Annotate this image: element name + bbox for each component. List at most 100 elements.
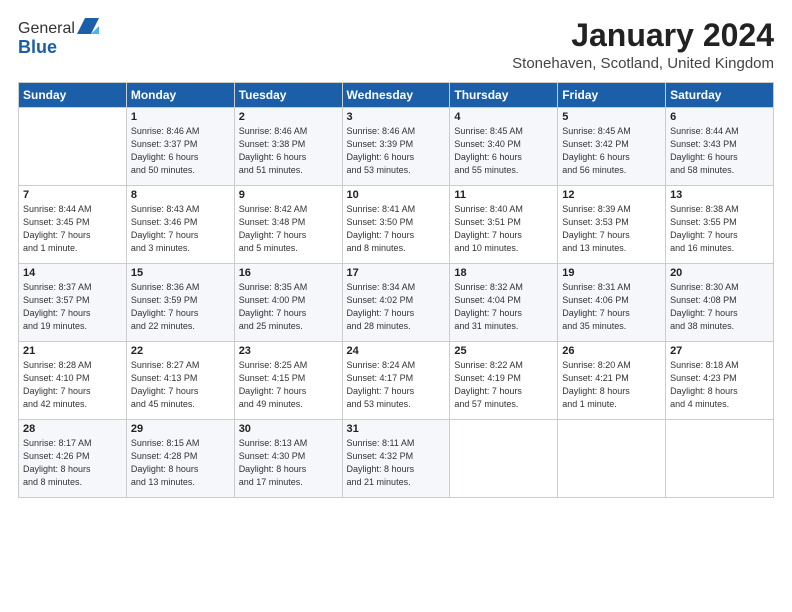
day-info: Sunrise: 8:15 AM Sunset: 4:28 PM Dayligh… — [131, 437, 230, 489]
day-info: Sunrise: 8:35 AM Sunset: 4:00 PM Dayligh… — [239, 281, 338, 333]
header-monday: Monday — [126, 83, 234, 108]
table-row: 7 Sunrise: 8:44 AM Sunset: 3:45 PM Daylig… — [19, 186, 127, 264]
day-info: Sunrise: 8:32 AM Sunset: 4:04 PM Dayligh… — [454, 281, 553, 333]
day-info: Sunrise: 8:31 AM Sunset: 4:06 PM Dayligh… — [562, 281, 661, 333]
day-number: 25 — [454, 345, 553, 357]
day-info: Sunrise: 8:44 AM Sunset: 3:45 PM Dayligh… — [23, 203, 122, 255]
table-row: 4Sunrise: 8:45 AM Sunset: 3:40 PM Daylig… — [450, 108, 558, 186]
logo-blue-text: Blue — [18, 37, 57, 58]
table-row: 11 Sunrise: 8:40 AM Sunset: 3:51 PM Dayli… — [450, 186, 558, 264]
header-thursday: Thursday — [450, 83, 558, 108]
day-info: Sunrise: 8:40 AM Sunset: 3:51 PM Dayligh… — [454, 203, 553, 255]
table-row: 28Sunrise: 8:17 AM Sunset: 4:26 PM Dayli… — [19, 420, 127, 498]
day-info: Sunrise: 8:24 AM Sunset: 4:17 PM Dayligh… — [347, 359, 446, 411]
month-title: January 2024 — [512, 18, 774, 53]
table-row: 12 Sunrise: 8:39 AM Sunset: 3:53 PM Dayli… — [558, 186, 666, 264]
day-number: 19 — [562, 267, 661, 279]
day-info: Sunrise: 8:34 AM Sunset: 4:02 PM Dayligh… — [347, 281, 446, 333]
location-subtitle: Stonehaven, Scotland, United Kingdom — [512, 55, 774, 72]
day-info: Sunrise: 8:25 AM Sunset: 4:15 PM Dayligh… — [239, 359, 338, 411]
day-info: Sunrise: 8:27 AM Sunset: 4:13 PM Dayligh… — [131, 359, 230, 411]
table-row — [666, 420, 774, 498]
day-number: 16 — [239, 267, 338, 279]
table-row: 25 Sunrise: 8:22 AM Sunset: 4:19 PM Dayli… — [450, 342, 558, 420]
logo-general-text: General — [18, 20, 75, 38]
logo: General Blue — [18, 18, 99, 58]
day-number: 20 — [670, 267, 769, 279]
day-info: Sunrise: 8:11 AM Sunset: 4:32 PM Dayligh… — [347, 437, 446, 489]
day-info: Sunrise: 8:41 AM Sunset: 3:50 PM Dayligh… — [347, 203, 446, 255]
day-info: Sunrise: 8:46 AM Sunset: 3:37 PM Dayligh… — [131, 125, 230, 177]
table-row: 3 Sunrise: 8:46 AM Sunset: 3:39 PM Daylig… — [342, 108, 450, 186]
day-info: Sunrise: 8:13 AM Sunset: 4:30 PM Dayligh… — [239, 437, 338, 489]
day-number: 11 — [454, 189, 553, 201]
table-row: 26 Sunrise: 8:20 AM Sunset: 4:21 PM Dayli… — [558, 342, 666, 420]
day-info: Sunrise: 8:46 AM Sunset: 3:38 PM Dayligh… — [239, 125, 338, 177]
day-number: 27 — [670, 345, 769, 357]
table-row: 23Sunrise: 8:25 AM Sunset: 4:15 PM Dayli… — [234, 342, 342, 420]
table-row — [19, 108, 127, 186]
day-info: Sunrise: 8:18 AM Sunset: 4:23 PM Dayligh… — [670, 359, 769, 411]
day-info: Sunrise: 8:22 AM Sunset: 4:19 PM Dayligh… — [454, 359, 553, 411]
header-sunday: Sunday — [19, 83, 127, 108]
table-row: 21 Sunrise: 8:28 AM Sunset: 4:10 PM Dayli… — [19, 342, 127, 420]
table-row: 22 Sunrise: 8:27 AM Sunset: 4:13 PM Dayli… — [126, 342, 234, 420]
calendar-week-row: 21 Sunrise: 8:28 AM Sunset: 4:10 PM Dayli… — [19, 342, 774, 420]
header-wednesday: Wednesday — [342, 83, 450, 108]
day-info: Sunrise: 8:30 AM Sunset: 4:08 PM Dayligh… — [670, 281, 769, 333]
day-info: Sunrise: 8:36 AM Sunset: 3:59 PM Dayligh… — [131, 281, 230, 333]
calendar-week-row: 28Sunrise: 8:17 AM Sunset: 4:26 PM Dayli… — [19, 420, 774, 498]
day-number: 10 — [347, 189, 446, 201]
table-row: 9Sunrise: 8:42 AM Sunset: 3:48 PM Daylig… — [234, 186, 342, 264]
logo-icon — [77, 18, 99, 34]
day-number: 13 — [670, 189, 769, 201]
table-row: 24 Sunrise: 8:24 AM Sunset: 4:17 PM Dayli… — [342, 342, 450, 420]
calendar-week-row: 1 Sunrise: 8:46 AM Sunset: 3:37 PM Daylig… — [19, 108, 774, 186]
day-number: 15 — [131, 267, 230, 279]
header-tuesday: Tuesday — [234, 83, 342, 108]
day-number: 22 — [131, 345, 230, 357]
day-info: Sunrise: 8:46 AM Sunset: 3:39 PM Dayligh… — [347, 125, 446, 177]
day-info: Sunrise: 8:20 AM Sunset: 4:21 PM Dayligh… — [562, 359, 661, 411]
day-info: Sunrise: 8:28 AM Sunset: 4:10 PM Dayligh… — [23, 359, 122, 411]
table-row: 13Sunrise: 8:38 AM Sunset: 3:55 PM Dayli… — [666, 186, 774, 264]
day-info: Sunrise: 8:44 AM Sunset: 3:43 PM Dayligh… — [670, 125, 769, 177]
day-info: Sunrise: 8:42 AM Sunset: 3:48 PM Dayligh… — [239, 203, 338, 255]
table-row: 19 Sunrise: 8:31 AM Sunset: 4:06 PM Dayli… — [558, 264, 666, 342]
day-number: 29 — [131, 423, 230, 435]
day-number: 1 — [131, 111, 230, 123]
header-friday: Friday — [558, 83, 666, 108]
day-number: 28 — [23, 423, 122, 435]
table-row: 14 Sunrise: 8:37 AM Sunset: 3:57 PM Dayli… — [19, 264, 127, 342]
day-info: Sunrise: 8:45 AM Sunset: 3:42 PM Dayligh… — [562, 125, 661, 177]
day-number: 7 — [23, 189, 122, 201]
table-row: 30 Sunrise: 8:13 AM Sunset: 4:30 PM Dayli… — [234, 420, 342, 498]
day-number: 24 — [347, 345, 446, 357]
table-row: 15 Sunrise: 8:36 AM Sunset: 3:59 PM Dayli… — [126, 264, 234, 342]
day-number: 6 — [670, 111, 769, 123]
table-row: 27 Sunrise: 8:18 AM Sunset: 4:23 PM Dayli… — [666, 342, 774, 420]
weekday-header-row: Sunday Monday Tuesday Wednesday Thursday… — [19, 83, 774, 108]
day-number: 14 — [23, 267, 122, 279]
day-info: Sunrise: 8:43 AM Sunset: 3:46 PM Dayligh… — [131, 203, 230, 255]
day-number: 5 — [562, 111, 661, 123]
table-row: 17Sunrise: 8:34 AM Sunset: 4:02 PM Dayli… — [342, 264, 450, 342]
day-number: 26 — [562, 345, 661, 357]
day-info: Sunrise: 8:37 AM Sunset: 3:57 PM Dayligh… — [23, 281, 122, 333]
day-info: Sunrise: 8:39 AM Sunset: 3:53 PM Dayligh… — [562, 203, 661, 255]
day-number: 31 — [347, 423, 446, 435]
day-number: 3 — [347, 111, 446, 123]
table-row: 10 Sunrise: 8:41 AM Sunset: 3:50 PM Dayli… — [342, 186, 450, 264]
table-row: 8 Sunrise: 8:43 AM Sunset: 3:46 PM Daylig… — [126, 186, 234, 264]
day-number: 30 — [239, 423, 338, 435]
table-row: 31 Sunrise: 8:11 AM Sunset: 4:32 PM Dayli… — [342, 420, 450, 498]
table-row: 2Sunrise: 8:46 AM Sunset: 3:38 PM Daylig… — [234, 108, 342, 186]
day-number: 8 — [131, 189, 230, 201]
calendar-table: Sunday Monday Tuesday Wednesday Thursday… — [18, 82, 774, 498]
header: General Blue January 2024 Stonehaven, Sc… — [18, 18, 774, 72]
day-number: 12 — [562, 189, 661, 201]
table-row — [450, 420, 558, 498]
day-number: 21 — [23, 345, 122, 357]
table-row: 20 Sunrise: 8:30 AM Sunset: 4:08 PM Dayli… — [666, 264, 774, 342]
calendar-week-row: 14 Sunrise: 8:37 AM Sunset: 3:57 PM Dayli… — [19, 264, 774, 342]
